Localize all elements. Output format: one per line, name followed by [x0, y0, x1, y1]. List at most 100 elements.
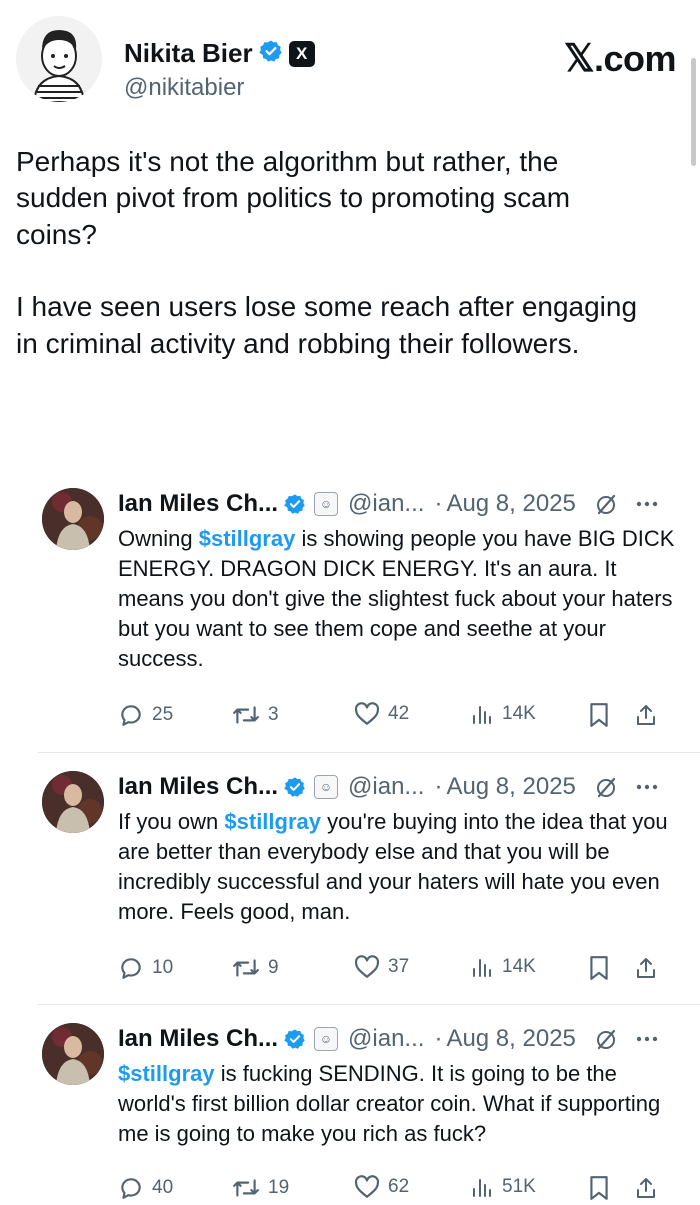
- view-count: 14K: [502, 956, 536, 977]
- like-count: 42: [388, 703, 410, 724]
- tweet-paragraph-2: I have seen users lose some reach after …: [16, 291, 638, 359]
- bookmark-icon: [590, 1176, 608, 1200]
- share-icon: [637, 1178, 655, 1198]
- verified-badge-icon: [284, 776, 306, 798]
- avatar[interactable]: [16, 16, 102, 102]
- quoted-header: Ian Miles Ch... ☺ @ian... · Aug 8, 2025: [118, 771, 658, 803]
- bookmark-button[interactable]: [588, 955, 610, 981]
- more-options-icon[interactable]: [636, 1035, 658, 1043]
- reply-count: 10: [152, 957, 174, 978]
- tweet-paragraph-1: Perhaps it's not the algorithm but rathe…: [16, 146, 571, 250]
- grok-icon[interactable]: [594, 775, 618, 799]
- quoted-avatar[interactable]: [42, 771, 104, 833]
- quoted-author-handle[interactable]: @ian...: [348, 1025, 424, 1053]
- quoted-header: Ian Miles Ch... ☺ @ian... · Aug 8, 2025: [118, 488, 658, 520]
- affiliate-badge-icon: ☺: [314, 492, 339, 516]
- share-button[interactable]: [634, 702, 658, 728]
- like-count: 37: [388, 956, 410, 977]
- repost-icon: [233, 706, 259, 724]
- bookmark-button[interactable]: [588, 702, 610, 728]
- quoted-text-before: If you own: [118, 809, 225, 834]
- views-button[interactable]: 14K: [470, 955, 536, 979]
- share-icon: [637, 705, 655, 725]
- x-logo-icon: X: [288, 40, 315, 67]
- verified-badge-icon: [258, 39, 283, 68]
- like-button[interactable]: 62: [354, 1175, 409, 1199]
- repost-count: 19: [268, 1177, 290, 1198]
- cashtag-link[interactable]: $stillgray: [118, 1061, 215, 1086]
- quoted-author-name[interactable]: Ian Miles Ch...: [118, 490, 278, 518]
- reply-count: 25: [152, 704, 174, 725]
- views-button[interactable]: 14K: [470, 702, 536, 726]
- action-bar: 10 9 37 14K: [118, 955, 698, 985]
- reply-button[interactable]: 25: [118, 702, 173, 728]
- cashtag-link[interactable]: $stillgray: [199, 526, 296, 551]
- views-icon: [473, 706, 491, 724]
- separator-dot: ·: [434, 490, 443, 517]
- reply-count: 40: [152, 1177, 174, 1198]
- author-name[interactable]: Nikita Bier: [124, 38, 253, 69]
- quoted-author-name[interactable]: Ian Miles Ch...: [118, 1025, 278, 1053]
- avatar-photo: [42, 771, 104, 833]
- heart-icon: [354, 1175, 380, 1198]
- quoted-author-handle[interactable]: @ian...: [348, 490, 424, 518]
- like-count: 62: [388, 1176, 410, 1197]
- view-count: 14K: [502, 703, 536, 724]
- repost-button[interactable]: 3: [232, 702, 279, 728]
- repost-icon: [233, 959, 259, 977]
- quoted-text-before: Owning: [118, 526, 199, 551]
- avatar-illustration: [16, 16, 102, 102]
- grok-icon[interactable]: [594, 1027, 618, 1051]
- quoted-text: If you own $stillgray you're buying into…: [118, 807, 678, 927]
- reply-icon: [121, 705, 141, 726]
- separator-dot: ·: [434, 773, 443, 800]
- views-button[interactable]: 51K: [470, 1175, 536, 1199]
- post-date[interactable]: Aug 8, 2025: [446, 1025, 575, 1053]
- repost-count: 9: [268, 957, 279, 978]
- site-watermark: 𝕏.com: [564, 36, 677, 81]
- quoted-text: Owning $stillgray is showing people you …: [118, 524, 678, 674]
- bookmark-button[interactable]: [588, 1175, 610, 1201]
- views-icon: [473, 959, 491, 977]
- affiliate-badge-icon: ☺: [314, 775, 339, 799]
- author-handle[interactable]: @nikitabier: [124, 74, 244, 102]
- quoted-avatar[interactable]: [42, 1023, 104, 1085]
- post-date[interactable]: Aug 8, 2025: [446, 773, 575, 801]
- repost-icon: [233, 1179, 259, 1197]
- tweet-text: Perhaps it's not the algorithm but rathe…: [16, 144, 656, 362]
- separator-dot: ·: [434, 1025, 443, 1052]
- bookmark-icon: [590, 956, 608, 980]
- view-count: 51K: [502, 1176, 536, 1197]
- cashtag-link[interactable]: $stillgray: [224, 809, 321, 834]
- quoted-avatar[interactable]: [42, 488, 104, 550]
- share-button[interactable]: [634, 1175, 658, 1201]
- verified-badge-icon: [284, 493, 306, 515]
- scrollbar[interactable]: [691, 58, 696, 166]
- affiliate-badge-icon: ☺: [314, 1027, 339, 1051]
- heart-icon: [354, 955, 380, 978]
- quoted-author-handle[interactable]: @ian...: [348, 773, 424, 801]
- repost-button[interactable]: 19: [232, 1175, 289, 1201]
- like-button[interactable]: 37: [354, 955, 409, 979]
- quoted-header: Ian Miles Ch... ☺ @ian... · Aug 8, 2025: [118, 1023, 658, 1055]
- post-date[interactable]: Aug 8, 2025: [446, 490, 575, 518]
- divider: [38, 752, 700, 753]
- quoted-author-name[interactable]: Ian Miles Ch...: [118, 773, 278, 801]
- share-button[interactable]: [634, 955, 658, 981]
- reply-icon: [121, 958, 141, 979]
- divider: [38, 1004, 700, 1005]
- repost-button[interactable]: 9: [232, 955, 279, 981]
- verified-badge-icon: [284, 1028, 306, 1050]
- reply-button[interactable]: 40: [118, 1175, 173, 1201]
- bookmark-icon: [590, 703, 608, 727]
- reply-button[interactable]: 10: [118, 955, 173, 981]
- more-options-icon[interactable]: [636, 783, 658, 791]
- repost-count: 3: [268, 704, 279, 725]
- like-button[interactable]: 42: [354, 702, 409, 726]
- more-options-icon[interactable]: [636, 500, 658, 508]
- share-icon: [637, 958, 655, 978]
- action-bar: 40 19 62 51K: [118, 1175, 698, 1205]
- grok-icon[interactable]: [594, 492, 618, 516]
- author-name-row: Nikita Bier X: [124, 38, 315, 69]
- heart-icon: [354, 702, 380, 725]
